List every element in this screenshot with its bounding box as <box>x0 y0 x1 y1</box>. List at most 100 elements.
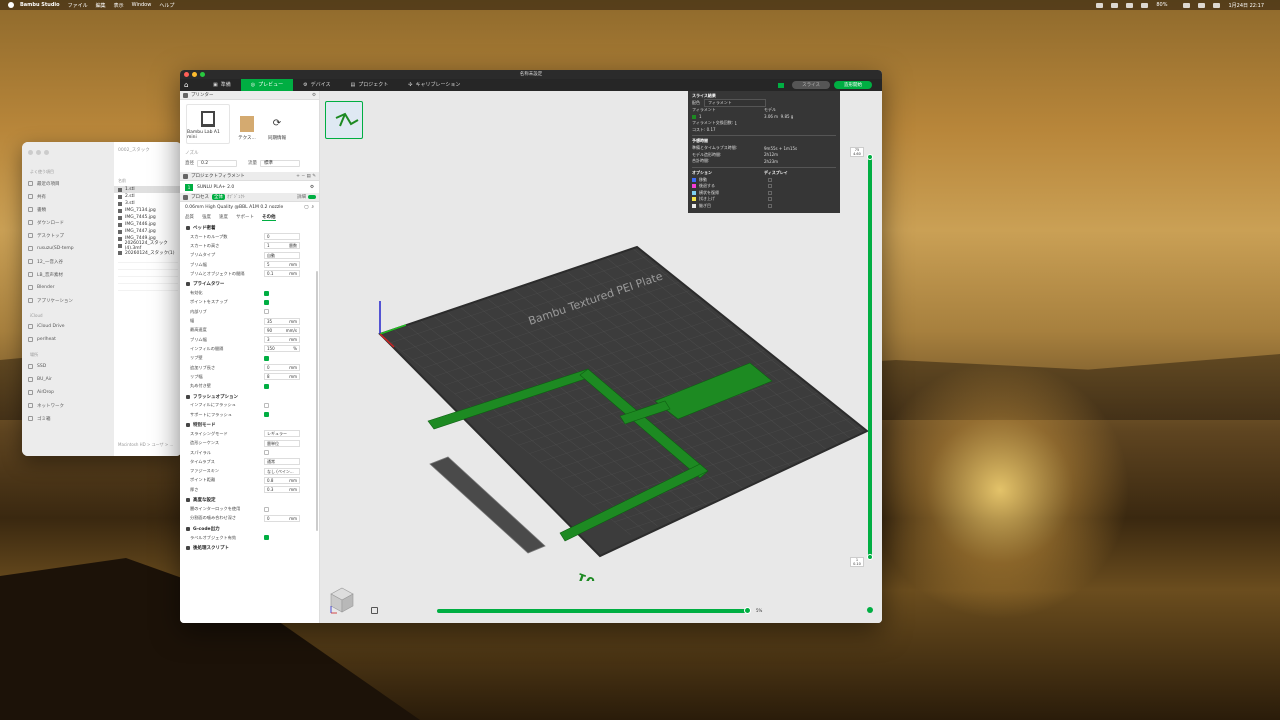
sidebar-item[interactable]: ゴミ箱 <box>28 412 108 425</box>
sidebar-item[interactable]: perlheat <box>28 333 108 346</box>
search-icon[interactable]: ⌕ <box>311 204 314 210</box>
setting-value-field[interactable]: 0.8 mm <box>264 476 300 484</box>
status-icon[interactable] <box>1096 2 1104 8</box>
file-row[interactable]: IMG_7445.jpg <box>114 214 182 221</box>
layer-slider[interactable] <box>868 156 872 558</box>
sidebar-item[interactable]: 書類 <box>28 203 108 216</box>
wifi-icon[interactable] <box>1198 2 1206 8</box>
print-button[interactable]: 造形開始 <box>834 81 872 89</box>
setting-checkbox[interactable] <box>264 450 269 456</box>
status-icon[interactable] <box>1111 2 1119 8</box>
file-row[interactable]: IMG_7134.jpg <box>114 207 182 214</box>
filament-settings-icon[interactable]: ⚙ <box>310 185 314 190</box>
setting-checkbox[interactable] <box>264 402 269 408</box>
filament-slot[interactable]: 1 <box>185 183 193 191</box>
plate-card[interactable]: テクス... <box>234 104 260 144</box>
apple-icon[interactable] <box>8 2 14 8</box>
filament-row[interactable]: 1 SUNLU PLA+ 2.0 ⚙ <box>180 181 319 193</box>
battery-icon[interactable] <box>1183 2 1191 8</box>
sync-card[interactable]: ⟳ 同期情報 <box>264 104 290 144</box>
setting-value-field[interactable]: 5 mm <box>264 261 300 269</box>
object-toggle[interactable]: ｵﾌﾞｼﾞｪｸﾄ <box>227 194 245 200</box>
setting-value-field[interactable]: 1 層数 <box>264 242 300 250</box>
sidebar-item[interactable]: 12_一音入谷 <box>28 255 108 268</box>
sidebar-item[interactable]: LB_音声素材 <box>28 268 108 281</box>
move-slider[interactable] <box>437 609 749 613</box>
setting-value-field[interactable]: 自動 <box>264 251 300 259</box>
preview-viewport[interactable]: Bambu Textured PEI Plate 01 スライス結果 配色 フィラ… <box>320 91 882 623</box>
setting-value-field[interactable]: 0 mm <box>264 364 300 371</box>
sidebar-item[interactable]: ダウンロード <box>28 216 108 229</box>
setting-checkbox[interactable] <box>264 290 269 296</box>
sidebar-item[interactable]: ネットワーク <box>28 399 108 412</box>
file-row[interactable]: 20260124_スタック(4).3mf <box>114 241 182 251</box>
close-button[interactable] <box>28 150 33 155</box>
sidebar-item[interactable]: rusuzu(SD-temp <box>28 242 108 255</box>
column-header-name[interactable]: 名前 <box>114 158 182 186</box>
plate-icon[interactable] <box>778 82 785 88</box>
option-visibility-checkbox[interactable] <box>768 177 772 182</box>
tab-quality[interactable]: 品質 <box>185 214 194 220</box>
sidebar-item[interactable]: 共有 <box>28 190 108 203</box>
tab-device[interactable]: ⚙ デバイス <box>293 79 340 91</box>
file-row[interactable]: IMG_7447.jpg <box>114 228 182 235</box>
sidebar-item[interactable]: BU_Air <box>28 373 108 386</box>
top-layer-handle[interactable] <box>867 154 873 160</box>
setting-checkbox[interactable] <box>264 309 269 315</box>
sidebar-item[interactable]: SSD <box>28 360 108 373</box>
close-button[interactable] <box>184 72 189 77</box>
view-cube-icon[interactable] <box>329 586 355 614</box>
menu-view[interactable]: 表示 <box>114 2 124 9</box>
move-slider-handle[interactable] <box>744 607 751 614</box>
option-visibility-checkbox[interactable] <box>768 197 772 202</box>
menu-edit[interactable]: 編集 <box>96 2 106 9</box>
minimize-button[interactable] <box>36 150 41 155</box>
setting-checkbox[interactable] <box>264 299 269 305</box>
home-icon[interactable]: ⌂ <box>184 81 191 89</box>
setting-value-field[interactable]: 0.3 mm <box>264 486 300 494</box>
setting-value-field[interactable]: 通常 <box>264 458 300 466</box>
setting-value-field[interactable]: 層単位 <box>264 439 300 447</box>
settings-scrollbar[interactable] <box>316 271 318 531</box>
search-icon[interactable] <box>1213 2 1221 8</box>
setting-value-field[interactable]: 0.1 mm <box>264 270 300 278</box>
setting-value-field[interactable]: 35 mm <box>264 317 300 325</box>
diameter-select[interactable]: 0.2 <box>197 159 237 167</box>
tab-support[interactable]: サポート <box>236 214 254 220</box>
process-profile-row[interactable]: 0.06mm High Quality @BBL A1M 0.2 nozzle … <box>180 202 319 212</box>
sidebar-item[interactable]: アプリケーション <box>28 294 108 307</box>
layer-slider-settings[interactable] <box>867 607 873 613</box>
tab-strength[interactable]: 強度 <box>202 214 211 220</box>
setting-value-field[interactable]: 0 mm <box>264 514 300 522</box>
option-visibility-checkbox[interactable] <box>768 204 772 209</box>
menu-help[interactable]: ヘルプ <box>159 2 174 9</box>
option-visibility-checkbox[interactable] <box>768 184 772 189</box>
file-row[interactable]: 1.stl <box>114 186 182 193</box>
status-icon[interactable] <box>1126 2 1134 8</box>
global-toggle[interactable]: 全体 <box>212 194 225 200</box>
printer-card[interactable]: Bambu Lab A1 mini <box>186 104 230 144</box>
setting-checkbox[interactable] <box>264 355 269 361</box>
bottom-layer-handle[interactable] <box>867 554 873 560</box>
tab-others[interactable]: その他 <box>262 214 276 221</box>
setting-checkbox[interactable] <box>264 506 269 512</box>
sidebar-item[interactable]: 最近の項目 <box>28 177 108 190</box>
setting-checkbox[interactable] <box>264 535 269 541</box>
filament-actions-icon[interactable]: + − ▤ ✎ <box>296 174 316 179</box>
gear-icon[interactable]: ⚙ <box>312 93 316 98</box>
tab-preview[interactable]: ◎ プレビュー <box>240 79 294 91</box>
menubar-clock[interactable]: 1月24日 22:17 <box>1228 2 1264 9</box>
file-row[interactable]: 3.stl <box>114 200 182 207</box>
slice-button[interactable]: スライス <box>792 81 830 89</box>
zoom-button[interactable] <box>200 72 205 77</box>
minimize-button[interactable] <box>192 72 197 77</box>
sidebar-item[interactable]: デスクトップ <box>28 229 108 242</box>
fit-view-icon[interactable] <box>371 607 378 614</box>
setting-checkbox[interactable] <box>264 383 269 389</box>
tab-project[interactable]: ▤ プロジェクト <box>340 79 398 91</box>
process-profile[interactable]: 0.06mm High Quality @BBL A1M 0.2 nozzle <box>185 205 283 210</box>
setting-checkbox[interactable] <box>264 412 269 418</box>
advanced-toggle[interactable] <box>308 195 316 199</box>
setting-value-field[interactable]: なし (ペイン... <box>264 467 300 475</box>
tab-speed[interactable]: 速度 <box>219 214 228 220</box>
